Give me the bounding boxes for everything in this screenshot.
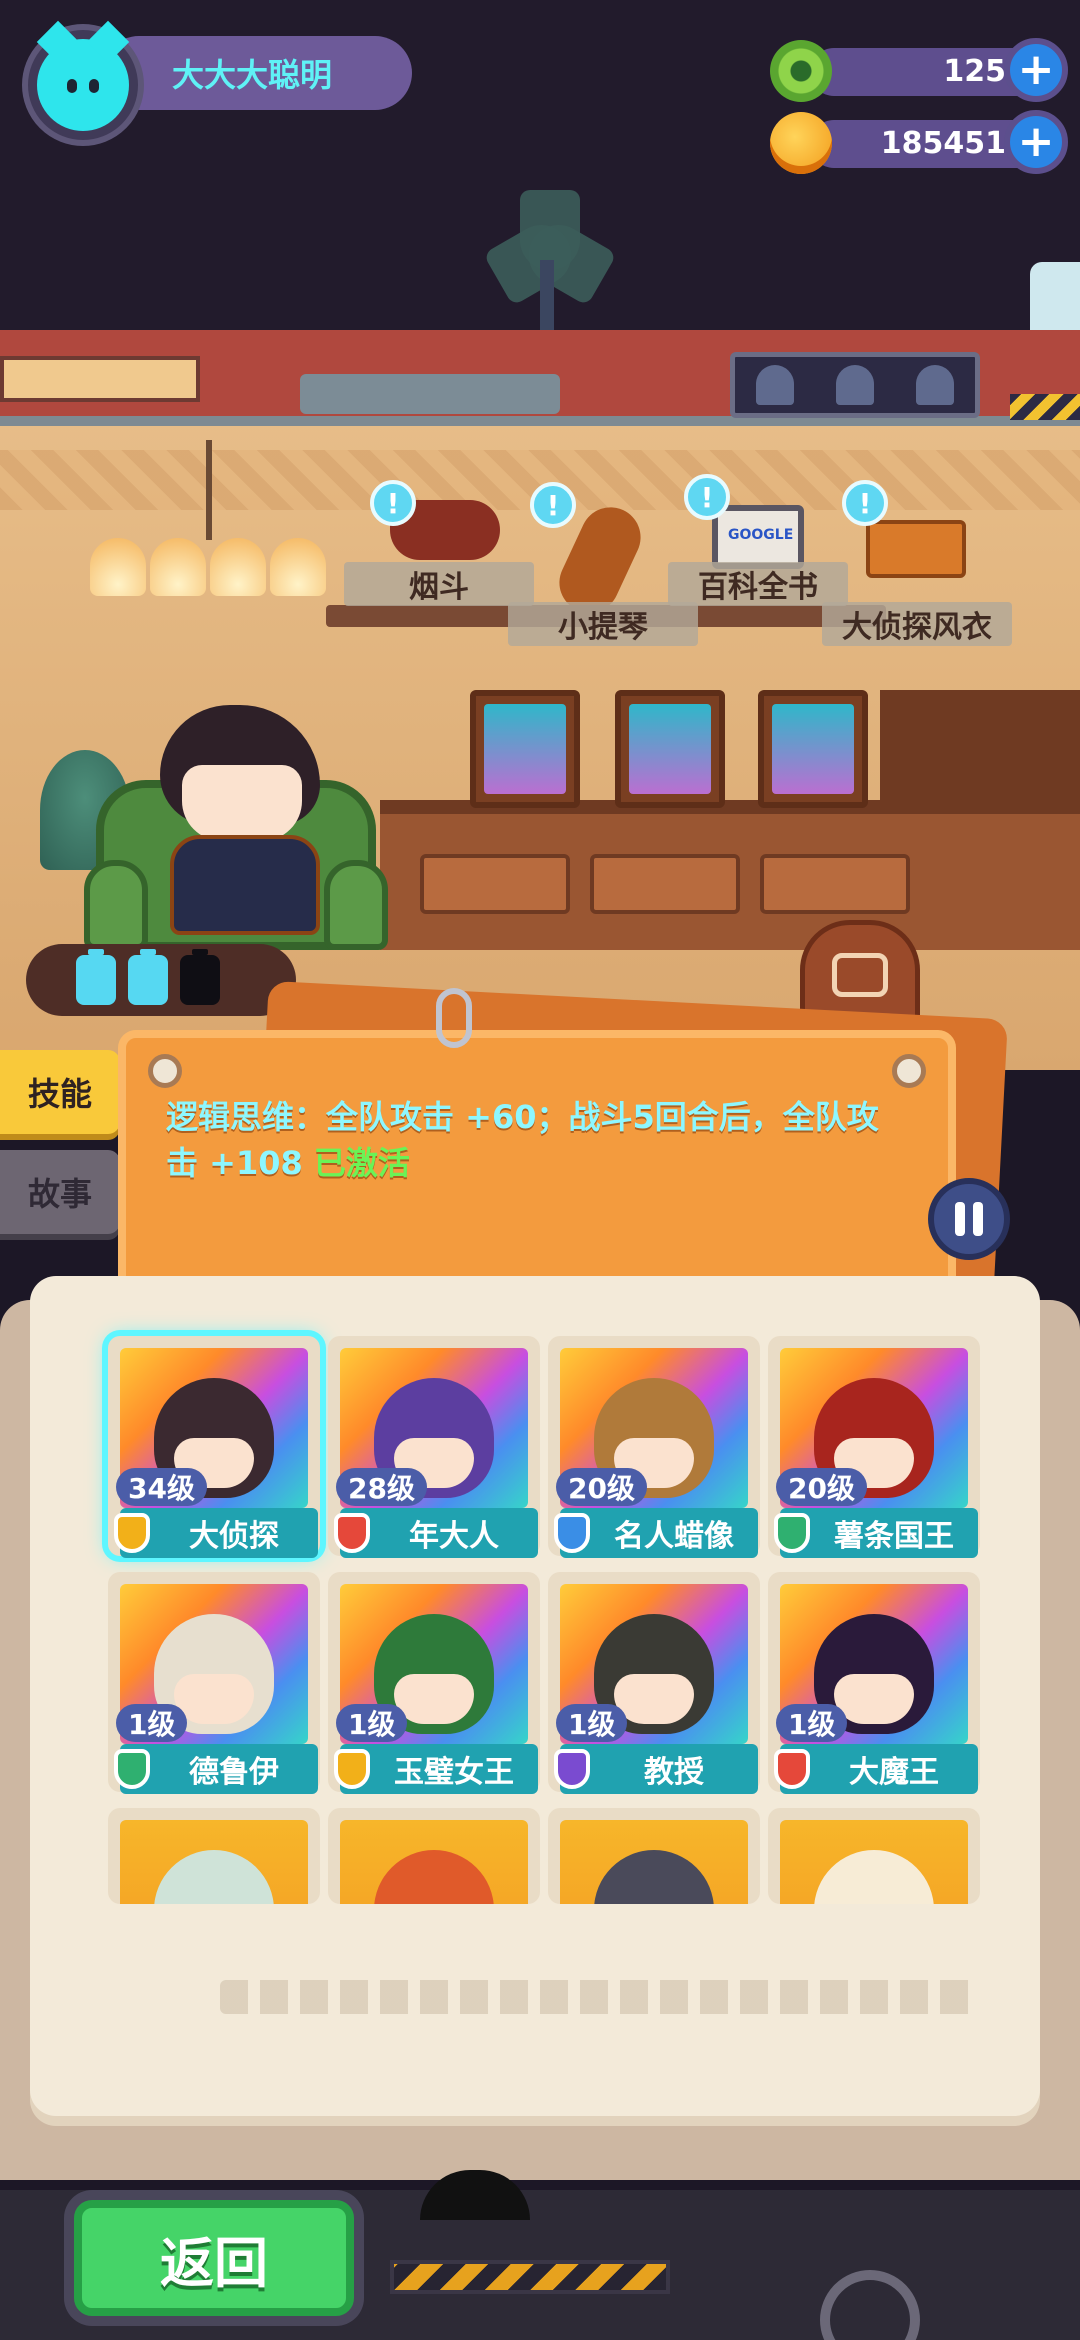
chat-icon bbox=[832, 953, 888, 997]
fan-decoration bbox=[483, 170, 617, 330]
paper-clip-icon bbox=[436, 988, 472, 1048]
skill-status: 已激活 bbox=[313, 1144, 410, 1182]
pin-icon bbox=[892, 1054, 926, 1088]
coat-icon[interactable] bbox=[866, 520, 966, 578]
item-label-pipe[interactable]: 烟斗 bbox=[344, 562, 534, 606]
character-level: 20级 bbox=[556, 1468, 647, 1506]
planet-coin-icon bbox=[770, 112, 832, 174]
class-badge-icon bbox=[328, 1508, 376, 1558]
character-card[interactable]: 28级 年大人 bbox=[328, 1336, 540, 1558]
item-label-encyclopedia[interactable]: 百科全书 bbox=[668, 562, 848, 606]
character-level: 1级 bbox=[776, 1704, 848, 1742]
character-card[interactable] bbox=[768, 1808, 980, 1904]
skill-text: 逻辑思维：全队攻击 +60；战斗5回合后，全队攻击 +108 bbox=[166, 1098, 879, 1182]
character-portrait bbox=[120, 1820, 308, 1904]
character-card[interactable] bbox=[328, 1808, 540, 1904]
character-level: 34级 bbox=[116, 1468, 207, 1506]
energy-cell-icon bbox=[76, 949, 116, 1005]
alert-bubble-coat[interactable]: ! bbox=[842, 480, 888, 526]
photo-frame[interactable] bbox=[470, 690, 580, 808]
character-card[interactable]: 1级 玉璧女王 bbox=[328, 1572, 540, 1794]
class-badge-icon bbox=[548, 1508, 596, 1558]
detective-character[interactable] bbox=[160, 705, 330, 945]
skill-description: 逻辑思维：全队攻击 +60；战斗5回合后，全队攻击 +108 已激活 bbox=[166, 1094, 898, 1186]
class-badge-icon bbox=[768, 1508, 816, 1558]
player-avatar[interactable] bbox=[22, 20, 144, 146]
character-card[interactable]: 1级 德鲁伊 bbox=[108, 1572, 320, 1794]
pin-icon bbox=[148, 1054, 182, 1088]
character-level: 28级 bbox=[336, 1468, 427, 1506]
photo-frame[interactable] bbox=[758, 690, 868, 808]
tab-skill[interactable]: 技能 bbox=[0, 1050, 120, 1134]
ceiling-pipes bbox=[0, 330, 1080, 426]
laptop-screen-text: GOOGLE bbox=[728, 527, 794, 543]
swap-button[interactable] bbox=[928, 1178, 1010, 1260]
character-portrait bbox=[340, 1820, 528, 1904]
donut-coin-icon bbox=[770, 40, 832, 102]
character-level: 1级 bbox=[556, 1704, 628, 1742]
back-button[interactable]: 返回 bbox=[74, 2200, 354, 2316]
tab-story[interactable]: 故事 bbox=[0, 1150, 120, 1234]
item-label-violin[interactable]: 小提琴 bbox=[508, 602, 698, 646]
character-level: 20级 bbox=[776, 1468, 867, 1506]
energy-cell-empty-icon bbox=[180, 949, 220, 1005]
ghost-panel bbox=[730, 352, 980, 418]
character-portrait bbox=[780, 1820, 968, 1904]
laptop-icon[interactable]: GOOGLE bbox=[712, 505, 804, 569]
page-footer-decoration bbox=[220, 1980, 980, 2014]
character-level: 1级 bbox=[336, 1704, 408, 1742]
add-planet-button[interactable]: + bbox=[1004, 110, 1068, 174]
photo-frame[interactable] bbox=[615, 690, 725, 808]
cat-avatar-icon bbox=[36, 20, 130, 131]
class-badge-icon bbox=[768, 1744, 816, 1794]
class-badge-icon bbox=[108, 1744, 156, 1794]
item-label-coat[interactable]: 大侦探风衣 bbox=[822, 602, 1012, 646]
alert-bubble-encyclopedia[interactable]: ! bbox=[684, 474, 730, 520]
add-donut-button[interactable]: + bbox=[1004, 38, 1068, 102]
player-name: 大大大聪明 bbox=[172, 56, 333, 94]
class-badge-icon bbox=[108, 1508, 156, 1558]
energy-meter bbox=[26, 944, 296, 1016]
currency-planet: 185451 + bbox=[770, 110, 1068, 174]
character-card[interactable]: 1级 大魔王 bbox=[768, 1572, 980, 1794]
alert-bubble-violin[interactable]: ! bbox=[530, 482, 576, 528]
character-card[interactable]: 20级 薯条国王 bbox=[768, 1336, 980, 1558]
chandelier bbox=[90, 440, 330, 620]
character-card[interactable] bbox=[108, 1808, 320, 1904]
character-level: 1级 bbox=[116, 1704, 188, 1742]
currency-planet-value: 185451 bbox=[880, 126, 1006, 161]
energy-cell-icon bbox=[128, 949, 168, 1005]
currency-donut-value: 125 bbox=[943, 54, 1006, 89]
character-portrait bbox=[560, 1820, 748, 1904]
desk bbox=[380, 800, 1080, 950]
alert-bubble-pipe[interactable]: ! bbox=[370, 480, 416, 526]
character-card[interactable] bbox=[548, 1808, 760, 1904]
character-card[interactable]: 20级 名人蜡像 bbox=[548, 1336, 760, 1558]
currency-donut: 125 + bbox=[770, 38, 1068, 102]
character-card[interactable]: 34级 大侦探 bbox=[108, 1336, 320, 1558]
class-badge-icon bbox=[548, 1744, 596, 1794]
class-badge-icon bbox=[328, 1744, 376, 1794]
character-card[interactable]: 1级 教授 bbox=[548, 1572, 760, 1794]
